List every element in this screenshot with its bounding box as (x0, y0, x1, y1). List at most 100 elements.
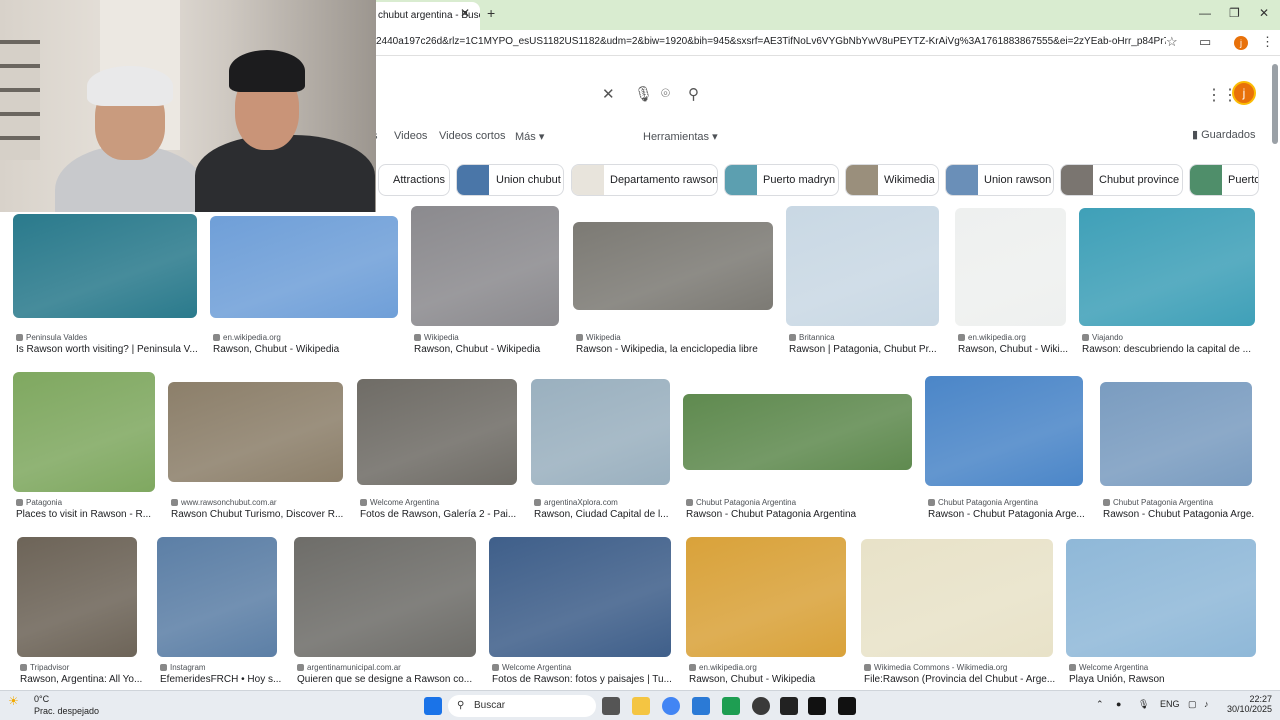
saved-button[interactable]: ▮ Guardados (1192, 128, 1256, 141)
result-thumbnail[interactable] (294, 537, 476, 657)
windows-taskbar: ☀ 0°C Prac. despejado ⚲ Buscar ⌃ ● 🎙 ENG … (0, 690, 1280, 720)
result-thumbnail[interactable] (1066, 539, 1256, 657)
chip-union-chubut[interactable]: Union chubut (456, 164, 564, 196)
clock[interactable]: 22:27 30/10/2025 (1222, 694, 1272, 714)
result-title[interactable]: Places to visit in Rawson - R... (16, 509, 166, 520)
tray-mic-icon[interactable]: 🎙 (1138, 699, 1149, 710)
result-title[interactable]: Fotos de Rawson, Galería 2 - Pai... (360, 509, 520, 520)
search-icon[interactable]: ⚲ (688, 85, 699, 103)
chrome-icon[interactable] (662, 697, 680, 715)
result-title[interactable]: Rawson, Chubut - Wikipedia (414, 344, 564, 355)
steam-icon[interactable] (752, 697, 770, 715)
result-thumbnail[interactable] (17, 537, 137, 657)
bookmark-star-icon[interactable]: ☆ (1166, 34, 1178, 50)
result-source: argentinamunicipal.com.ar (297, 663, 479, 672)
result-thumbnail[interactable] (13, 214, 197, 318)
lens-camera-icon[interactable]: ⌾ (661, 85, 670, 102)
result-title[interactable]: EfemeridesFRCH • Hoy s... (160, 674, 310, 685)
close-tab-icon[interactable]: ✕ (460, 6, 470, 20)
search-icon: ⚲ (457, 700, 465, 711)
result-thumbnail[interactable] (925, 376, 1083, 486)
new-tab-icon[interactable]: + (487, 5, 495, 21)
result-thumbnail[interactable] (531, 379, 670, 485)
result-thumbnail[interactable] (573, 222, 773, 310)
cast-icon[interactable]: ▭ (1199, 34, 1211, 50)
chip-chubut-province[interactable]: Chubut province (1060, 164, 1183, 196)
result-title[interactable]: Fotos de Rawson: fotos y paisajes | Tu..… (492, 674, 674, 685)
result-title[interactable]: Rawson: descubriendo la capital de ... (1082, 344, 1258, 355)
result-thumbnail[interactable] (357, 379, 517, 485)
result-title[interactable]: Rawson Chubut Turismo, Discover R... (171, 509, 346, 520)
language-indicator[interactable]: ENG (1160, 699, 1180, 709)
result-source: Welcome Argentina (1069, 663, 1259, 672)
result-title[interactable]: Rawson - Chubut Patagonia Arge... (1103, 509, 1255, 520)
file-explorer-icon[interactable] (632, 697, 650, 715)
result-title[interactable]: Quieren que se designe a Rawson co... (297, 674, 479, 685)
favicon-icon (534, 499, 541, 507)
store-icon[interactable] (692, 697, 710, 715)
result-thumbnail[interactable] (686, 537, 846, 657)
result-title[interactable]: Playa Unión, Rawson (1069, 674, 1259, 685)
result-thumbnail[interactable] (1079, 208, 1255, 326)
result-thumbnail[interactable] (955, 208, 1066, 326)
favicon-icon (958, 334, 965, 342)
taskbar-search[interactable]: ⚲ Buscar (448, 695, 596, 717)
favicon-icon (492, 664, 499, 672)
chip-wikimedia[interactable]: Wikimedia (845, 164, 939, 196)
result-source: Welcome Argentina (360, 498, 520, 507)
tools-button[interactable]: Herramientas ▾ (643, 130, 718, 143)
weather-widget[interactable]: ☀ 0°C Prac. despejado (8, 694, 99, 716)
tab-more[interactable]: Más ▾ (515, 130, 544, 143)
result-title[interactable]: File:Rawson (Provincia del Chubut - Arge… (864, 674, 1056, 685)
favicon-icon (16, 499, 23, 507)
favicon-icon (171, 499, 178, 507)
result-title[interactable]: Is Rawson worth visiting? | Peninsula V.… (16, 344, 200, 355)
chip-union-rawson[interactable]: Union rawson (945, 164, 1054, 196)
microphone-icon[interactable]: 🎙 (634, 85, 653, 103)
volume-icon[interactable]: ♪ (1204, 699, 1209, 709)
wifi-icon[interactable]: ▢ (1188, 699, 1197, 710)
result-thumbnail[interactable] (683, 394, 912, 470)
chip-departamento-rawson[interactable]: Departamento rawson (571, 164, 718, 196)
menu-dots-icon[interactable]: ⋮ (1261, 34, 1274, 50)
result-thumbnail[interactable] (1100, 382, 1252, 486)
result-thumbnail[interactable] (489, 537, 671, 657)
tab-short-videos[interactable]: Videos cortos (439, 130, 505, 142)
result-title[interactable]: Rawson, Ciudad Capital de l... (534, 509, 684, 520)
result-thumbnail[interactable] (157, 537, 277, 657)
clear-icon[interactable]: ✕ (602, 85, 615, 103)
result-title[interactable]: Rawson, Chubut - Wikipedia (689, 674, 849, 685)
app-icon[interactable] (780, 697, 798, 715)
avatar[interactable]: j (1232, 81, 1256, 105)
maximize-icon[interactable]: ❐ (1229, 6, 1240, 20)
xbox-icon[interactable] (722, 697, 740, 715)
tray-chevron-icon[interactable]: ⌃ (1096, 699, 1104, 710)
result-title[interactable]: Rawson, Chubut - Wikipedia (213, 344, 401, 355)
result-thumbnail[interactable] (411, 206, 559, 326)
result-thumbnail[interactable] (168, 382, 343, 482)
result-title[interactable]: Rawson - Wikipedia, la enciclopedia libr… (576, 344, 776, 355)
windows-start-icon[interactable] (424, 697, 442, 715)
tray-app-icon[interactable]: ● (1116, 699, 1121, 709)
profile-icon[interactable]: j (1234, 36, 1248, 50)
result-thumbnail[interactable] (210, 216, 398, 318)
chip-attractions[interactable]: Attractions (378, 164, 450, 196)
result-title[interactable]: Rawson | Patagonia, Chubut Pr... (789, 344, 942, 355)
obs-icon[interactable] (808, 697, 826, 715)
result-title[interactable]: Rawson - Chubut Patagonia Argentina (686, 509, 915, 520)
result-title[interactable]: Rawson, Argentina: All Yo... (20, 674, 170, 685)
chip-puerto-madryn[interactable]: Puerto madryn (724, 164, 839, 196)
minimize-icon[interactable]: — (1199, 6, 1211, 20)
result-thumbnail[interactable] (13, 372, 155, 492)
result-title[interactable]: Rawson - Chubut Patagonia Arge... (928, 509, 1086, 520)
result-thumbnail[interactable] (786, 206, 939, 326)
task-view-icon[interactable] (602, 697, 620, 715)
bf-icon[interactable] (838, 697, 856, 715)
tab-videos[interactable]: Videos (394, 130, 427, 142)
favicon-icon (414, 334, 421, 342)
chip-puerto[interactable]: Puerto (1189, 164, 1259, 196)
result-thumbnail[interactable] (861, 539, 1053, 657)
window-close-icon[interactable]: ✕ (1259, 6, 1269, 20)
address-bar[interactable]: 2440a197c26d&rlz=1C1MYPO_esUS1182US1182&… (376, 36, 1166, 47)
scrollbar[interactable] (1272, 64, 1278, 144)
